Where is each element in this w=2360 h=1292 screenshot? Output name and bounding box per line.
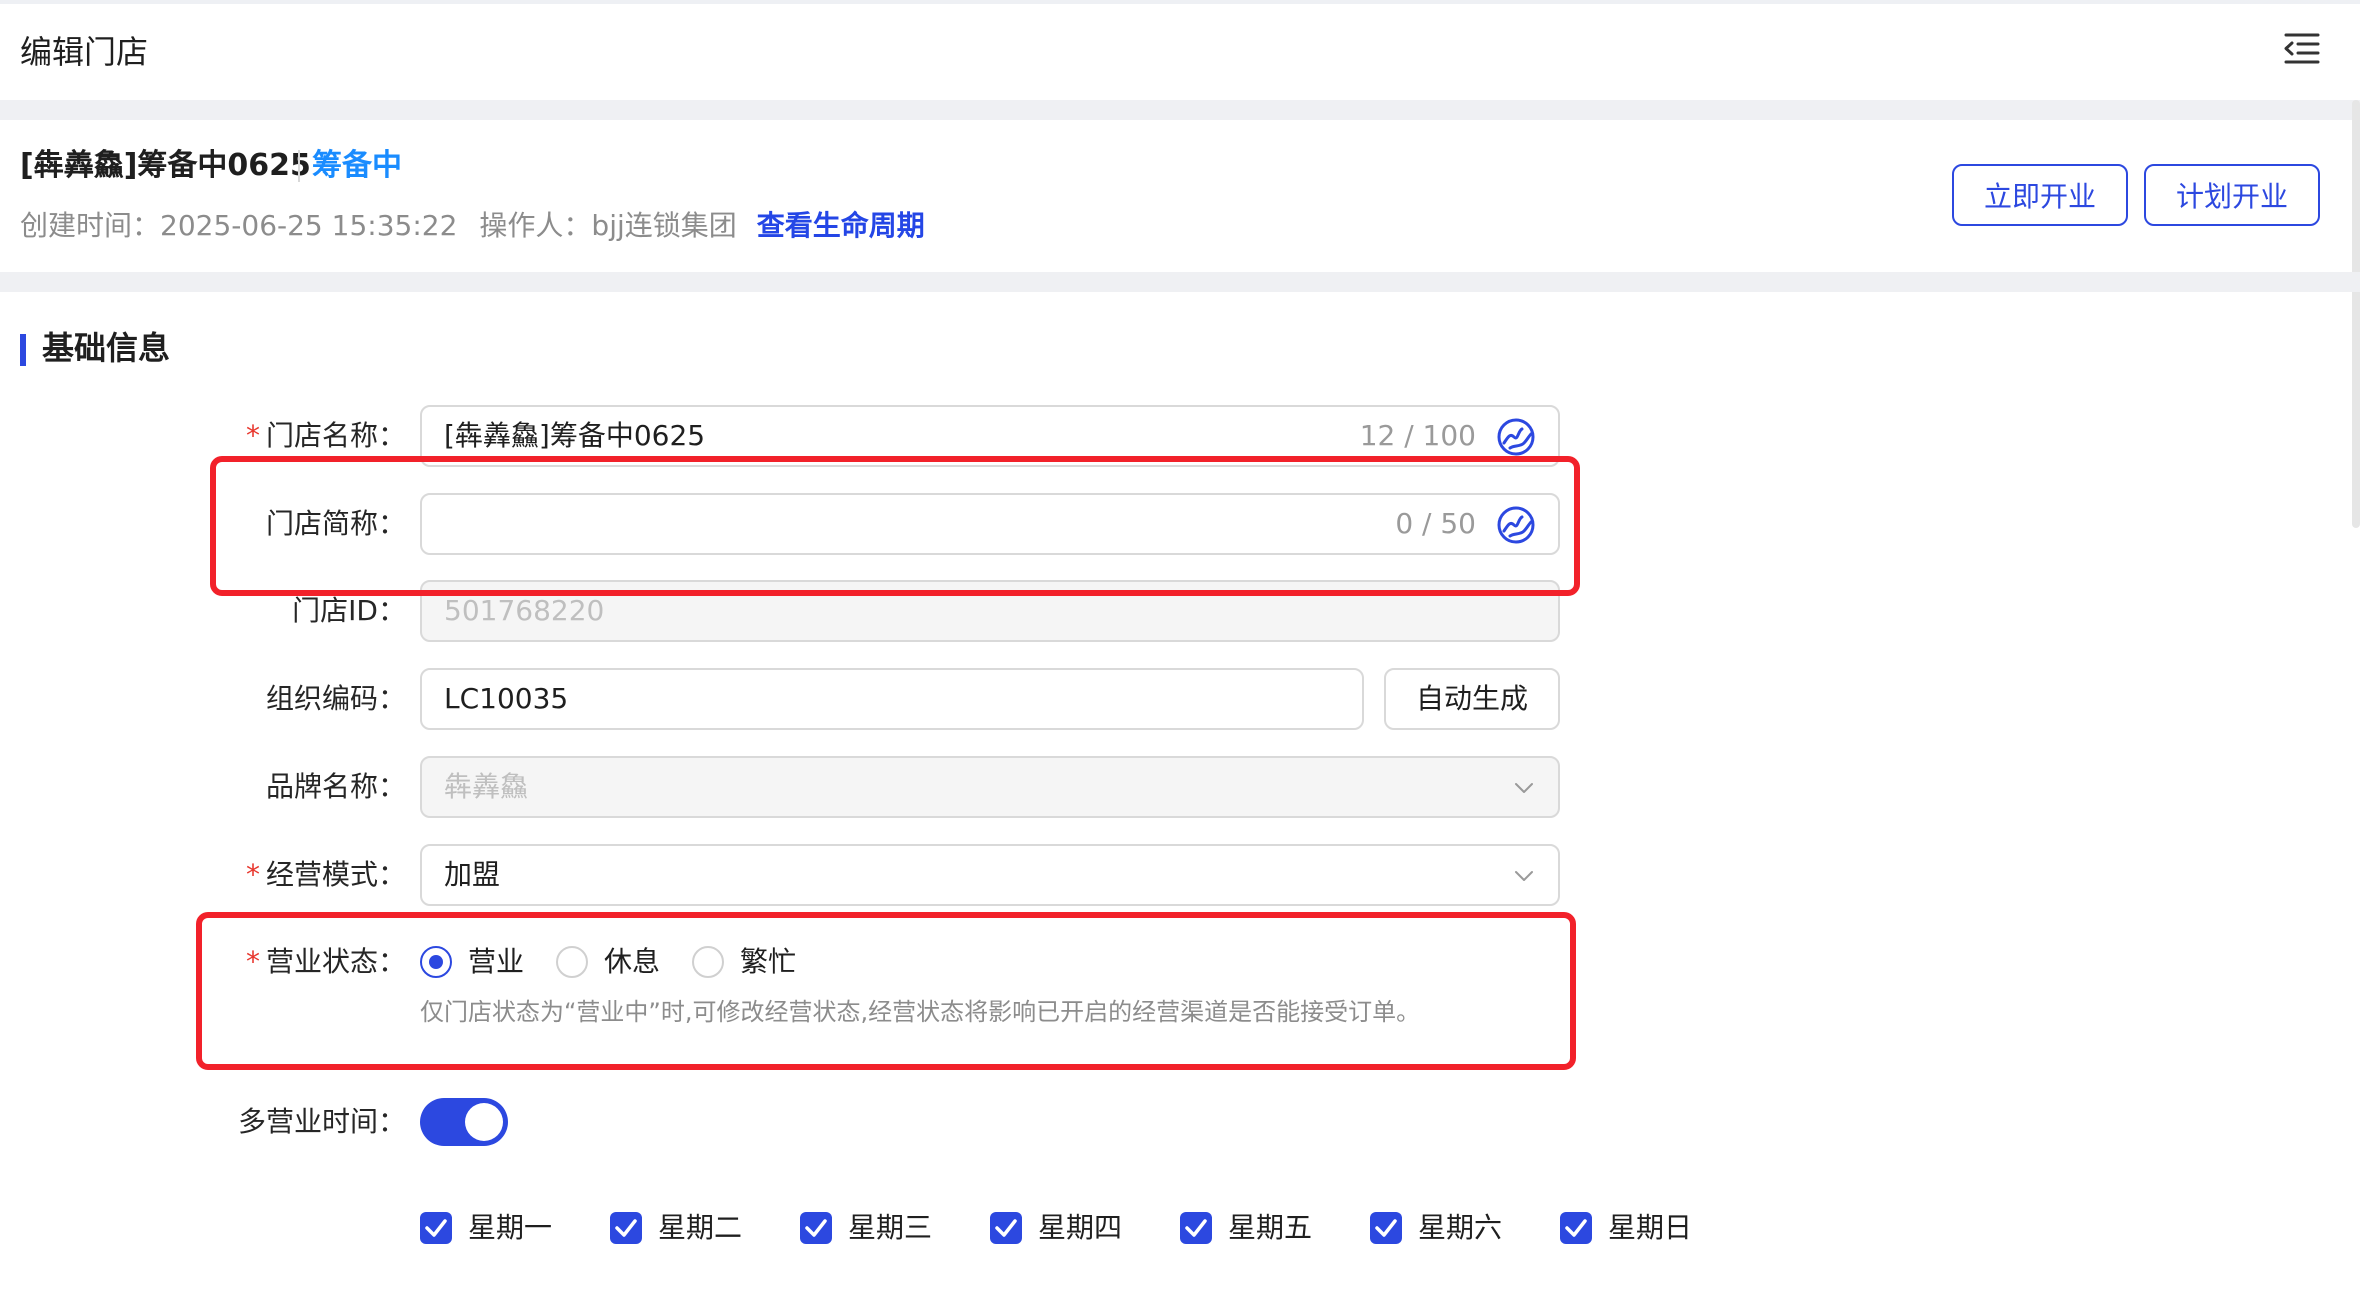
checkbox-wednesday[interactable] (800, 1212, 832, 1244)
multi-hours-toggle[interactable] (420, 1098, 508, 1146)
auto-generate-button[interactable]: 自动生成 (1384, 668, 1560, 730)
day-label-sunday[interactable]: 星期日 (1608, 1204, 1692, 1252)
collapse-menu-icon[interactable] (2282, 28, 2322, 68)
checkbox-tuesday[interactable] (610, 1212, 642, 1244)
section-title: 基础信息 (42, 329, 171, 367)
view-lifecycle-link[interactable]: 查看生命周期 (757, 209, 925, 242)
translate-globe-icon[interactable] (1496, 417, 1536, 457)
check-icon (425, 1219, 447, 1237)
checkbox-saturday[interactable] (1370, 1212, 1402, 1244)
multi-hours-label: 多营业时间： (237, 1105, 406, 1138)
check-icon (1185, 1219, 1207, 1237)
brand-value: 犇羴鱻 (444, 770, 529, 803)
store-meta: 创建时间：2025-06-25 15:35:22 操作人：bjj连锁集团 查看生命周… (20, 202, 925, 250)
highlight-box-short-name (210, 456, 1580, 596)
plan-open-button[interactable]: 计划开业 (2144, 164, 2320, 226)
business-status-hint: 仅门店状态为“营业中”时,可修改经营状态,经营状态将影响已开启的经营渠道是否能接… (420, 998, 1421, 1026)
radio-rest-label[interactable]: 休息 (604, 938, 660, 986)
chevron-down-icon (1515, 871, 1533, 881)
check-icon (995, 1219, 1017, 1237)
mode-label: * 经营模式： (245, 858, 406, 891)
checkbox-monday[interactable] (420, 1212, 452, 1244)
check-icon (1375, 1219, 1397, 1237)
heading-separator (298, 150, 300, 182)
store-name-value: [犇羴鱻]筹备中0625 (444, 419, 706, 452)
radio-open-label[interactable]: 营业 (468, 938, 524, 986)
store-status-tag: 筹备中 (312, 148, 402, 183)
required-mark: * (245, 945, 260, 978)
check-icon (1565, 1219, 1587, 1237)
store-id-value: 501768220 (444, 594, 605, 627)
radio-busy[interactable] (692, 946, 724, 978)
day-label-tuesday[interactable]: 星期二 (658, 1204, 742, 1252)
divider-band (0, 100, 2360, 120)
radio-rest[interactable] (556, 946, 588, 978)
checkbox-sunday[interactable] (1560, 1212, 1592, 1244)
mode-value: 加盟 (444, 858, 501, 891)
brand-label: 品牌名称： (265, 770, 406, 803)
section-accent-bar (20, 334, 26, 366)
day-label-thursday[interactable]: 星期四 (1038, 1204, 1122, 1252)
scrollbar[interactable] (2352, 100, 2360, 528)
radio-open[interactable] (420, 946, 452, 978)
check-icon (615, 1219, 637, 1237)
day-label-wednesday[interactable]: 星期三 (848, 1204, 932, 1252)
store-name-heading: [犇羴鱻]筹备中0625 (20, 148, 311, 183)
open-now-button[interactable]: 立即开业 (1952, 164, 2128, 226)
brand-select: 犇羴鱻 (420, 756, 1560, 818)
created-value: 2025-06-25 15:35:22 (160, 209, 458, 242)
created-label: 创建时间： (20, 209, 161, 242)
required-mark: * (245, 858, 260, 891)
checkbox-friday[interactable] (1180, 1212, 1212, 1244)
store-id-label: 门店ID： (292, 594, 406, 627)
divider-band (0, 272, 2360, 292)
org-code-value: LC10035 (444, 682, 569, 715)
top-border (0, 0, 2360, 4)
chevron-down-icon (1515, 783, 1533, 793)
store-name-label: * 门店名称： (245, 419, 406, 452)
required-mark: * (245, 419, 260, 452)
mode-select[interactable]: 加盟 (420, 844, 1560, 906)
radio-busy-label[interactable]: 繁忙 (740, 938, 796, 986)
business-status-label: * 营业状态： (245, 945, 406, 978)
check-icon (805, 1219, 827, 1237)
page-title: 编辑门店 (20, 33, 149, 71)
day-label-saturday[interactable]: 星期六 (1418, 1204, 1502, 1252)
day-label-friday[interactable]: 星期五 (1228, 1204, 1312, 1252)
highlight-box-business-status (196, 912, 1576, 1070)
operator-label: 操作人： (479, 209, 592, 242)
day-label-monday[interactable]: 星期一 (468, 1204, 552, 1252)
org-code-label: 组织编码： (265, 682, 406, 715)
checkbox-thursday[interactable] (990, 1212, 1022, 1244)
operator-value: bjj连锁集团 (591, 209, 737, 242)
org-code-input[interactable]: LC10035 (420, 668, 1364, 730)
